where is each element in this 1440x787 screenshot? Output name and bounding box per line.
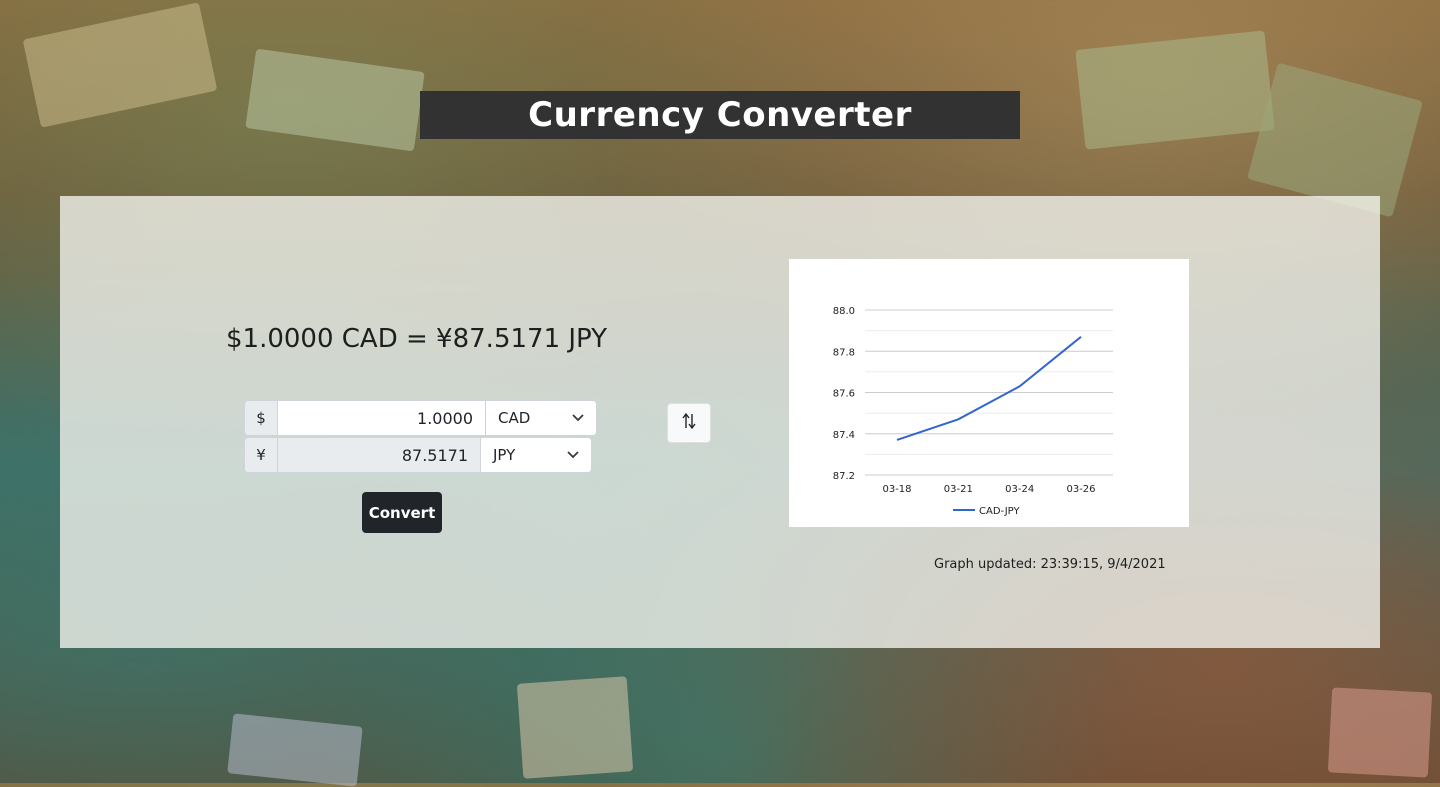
y-tick-label: 88.0 bbox=[833, 306, 855, 317]
swap-vertical-icon bbox=[682, 412, 696, 434]
banknote-decoration bbox=[1328, 687, 1432, 777]
y-tick-label: 87.4 bbox=[833, 430, 855, 441]
from-currency-symbol: $ bbox=[244, 400, 278, 436]
from-input-group: $ CAD bbox=[244, 400, 597, 436]
from-currency-select[interactable]: CAD bbox=[486, 400, 597, 436]
graph-updated-status: Graph updated: 23:39:15, 9/4/2021 bbox=[934, 557, 1166, 572]
title-bar: Currency Converter bbox=[420, 91, 1020, 139]
y-tick-label: 87.8 bbox=[833, 347, 855, 358]
chevron-down-icon bbox=[572, 411, 584, 425]
y-tick-label: 87.6 bbox=[833, 389, 855, 400]
page-title: Currency Converter bbox=[528, 95, 912, 135]
to-currency-select[interactable]: JPY bbox=[481, 437, 592, 473]
from-currency-value: CAD bbox=[498, 409, 530, 427]
series-line bbox=[897, 337, 1081, 440]
x-tick-label: 03-18 bbox=[882, 484, 911, 495]
to-currency-symbol: ¥ bbox=[244, 437, 278, 473]
convert-button[interactable]: Convert bbox=[362, 492, 442, 533]
chevron-down-icon bbox=[567, 448, 579, 462]
x-tick-label: 03-26 bbox=[1066, 484, 1095, 495]
chart-svg: 87.2 87.4 87.6 87.8 88.0 03-18 03-21 03-24 03-26… bbox=[789, 259, 1189, 527]
converter-panel: $1.0000 CAD = ¥87.5171 JPY $ CAD ¥ JPY C… bbox=[60, 196, 1380, 648]
to-amount-output bbox=[278, 437, 481, 473]
x-tick-label: 03-21 bbox=[944, 484, 973, 495]
banknote-decoration bbox=[1075, 30, 1274, 149]
x-tick-label: 03-24 bbox=[1005, 484, 1034, 495]
y-tick-label: 87.2 bbox=[833, 471, 855, 482]
banknote-decoration bbox=[517, 676, 633, 778]
to-input-group: ¥ JPY bbox=[244, 437, 592, 473]
to-currency-value: JPY bbox=[493, 446, 515, 464]
swap-currencies-button[interactable] bbox=[667, 403, 711, 443]
from-amount-input[interactable] bbox=[278, 400, 486, 436]
conversion-result: $1.0000 CAD = ¥87.5171 JPY bbox=[226, 324, 607, 354]
legend-label: CAD-JPY bbox=[979, 506, 1020, 517]
exchange-rate-chart: 87.2 87.4 87.6 87.8 88.0 03-18 03-21 03-24 03-26… bbox=[789, 259, 1189, 527]
